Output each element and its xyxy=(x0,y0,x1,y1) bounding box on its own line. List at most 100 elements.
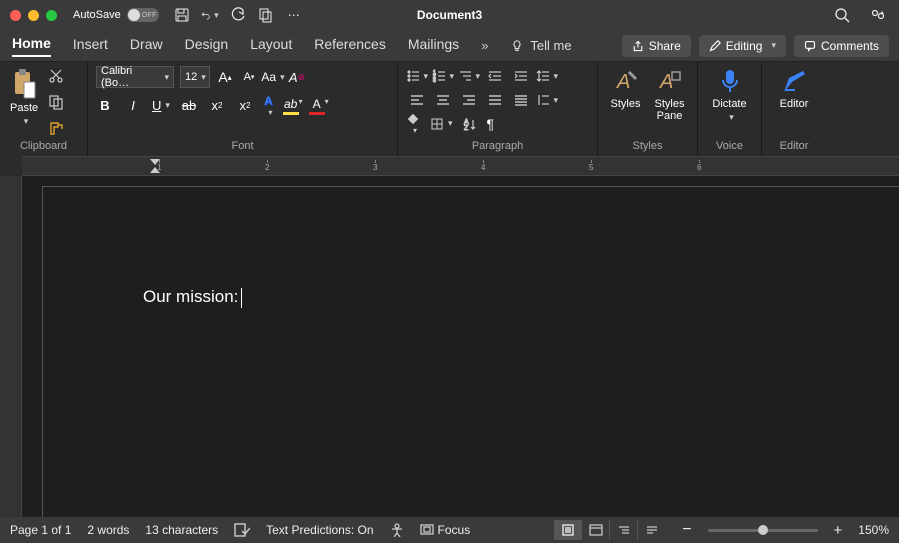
horizontal-ruler[interactable]: 123456 xyxy=(22,156,899,176)
align-right-button[interactable] xyxy=(458,90,480,110)
format-painter-icon[interactable] xyxy=(46,118,66,138)
text-cursor xyxy=(241,288,242,308)
font-group-label: Font xyxy=(96,138,389,154)
page-count[interactable]: Page 1 of 1 xyxy=(10,523,71,537)
pencil-icon xyxy=(709,40,721,52)
shrink-font-button[interactable]: A▾ xyxy=(240,68,258,86)
web-layout-view-button[interactable] xyxy=(582,520,610,540)
document-title: Document3 xyxy=(417,8,482,22)
focus-button[interactable]: Focus xyxy=(420,523,471,537)
show-marks-button[interactable]: ¶ xyxy=(487,116,495,132)
text-effects-button[interactable]: A▾ xyxy=(264,94,273,117)
zoom-out-button[interactable]: − xyxy=(682,521,691,539)
comments-button[interactable]: Comments xyxy=(794,35,889,57)
search-icon[interactable] xyxy=(833,6,851,24)
editor-button[interactable]: Editor xyxy=(778,66,811,112)
accessibility-icon[interactable] xyxy=(390,523,404,537)
text-predictions-status[interactable]: Text Predictions: On xyxy=(266,523,373,537)
tab-draw[interactable]: Draw xyxy=(130,36,163,56)
window-controls xyxy=(10,10,57,21)
tab-layout[interactable]: Layout xyxy=(250,36,292,56)
undo-icon[interactable]: ▾ xyxy=(201,6,219,24)
paragraph-group-label: Paragraph xyxy=(406,138,589,154)
outline-view-button[interactable] xyxy=(610,520,638,540)
svg-text:A: A xyxy=(659,71,673,93)
maximize-window-button[interactable] xyxy=(46,10,57,21)
decrease-indent-button[interactable] xyxy=(484,66,506,86)
styles-pane-button[interactable]: A Styles Pane xyxy=(653,66,687,124)
autosave-switch[interactable]: OFF xyxy=(127,8,159,22)
word-count[interactable]: 2 words xyxy=(87,523,129,537)
tab-design[interactable]: Design xyxy=(185,36,229,56)
save-icon[interactable] xyxy=(173,6,191,24)
font-color-button[interactable]: A▾ xyxy=(309,97,325,115)
ribbon-tabs: Home Insert Draw Design Layout Reference… xyxy=(0,30,899,62)
increase-indent-button[interactable] xyxy=(510,66,532,86)
styles-icon: A xyxy=(614,68,638,96)
sort-button[interactable]: AZ xyxy=(463,117,477,131)
distributed-button[interactable] xyxy=(510,90,532,110)
more-icon[interactable]: ⋯ xyxy=(285,6,303,24)
autosave-toggle[interactable]: AutoSave OFF xyxy=(73,8,159,22)
dictate-button[interactable]: Dictate▾ xyxy=(710,66,748,125)
styles-button[interactable]: A Styles xyxy=(609,66,643,112)
tab-references[interactable]: References xyxy=(314,36,386,56)
zoom-slider[interactable] xyxy=(708,529,818,532)
draft-view-button[interactable] xyxy=(638,520,666,540)
close-window-button[interactable] xyxy=(10,10,21,21)
clear-formatting-button[interactable]: A⊘ xyxy=(288,68,306,86)
line-spacing-2-button[interactable]: ▾ xyxy=(536,90,558,110)
highlight-button[interactable]: ab▾ xyxy=(283,97,299,115)
tell-me-search[interactable]: Tell me xyxy=(510,38,571,53)
change-case-button[interactable]: Aa▾ xyxy=(264,68,282,86)
template-icon[interactable] xyxy=(257,6,275,24)
clipboard-group: Paste ▾ Clipboard xyxy=(0,62,88,156)
print-layout-view-button[interactable] xyxy=(554,520,582,540)
zoom-thumb[interactable] xyxy=(758,525,768,535)
document-page[interactable]: Our mission: xyxy=(42,186,899,517)
svg-text:3: 3 xyxy=(433,78,436,83)
italic-button[interactable]: I xyxy=(124,97,142,115)
font-size-select[interactable]: 12▾ xyxy=(180,66,210,88)
redo-icon[interactable] xyxy=(229,6,247,24)
align-left-button[interactable] xyxy=(406,90,428,110)
lightbulb-icon xyxy=(510,39,524,53)
share-button[interactable]: Share xyxy=(622,35,691,57)
underline-button[interactable]: U▾ xyxy=(152,97,170,115)
line-spacing-button[interactable]: ▾ xyxy=(536,66,558,86)
bullets-button[interactable]: ▾ xyxy=(406,66,428,86)
svg-text:Z: Z xyxy=(464,125,469,131)
share-icon xyxy=(632,40,644,52)
document-scroll-area[interactable]: Our mission: xyxy=(22,176,899,517)
share-panel-icon[interactable] xyxy=(869,6,887,24)
copy-icon[interactable] xyxy=(46,92,66,112)
multilevel-list-button[interactable]: ▾ xyxy=(458,66,480,86)
more-tabs-icon[interactable]: » xyxy=(481,38,488,53)
ruler-row: 123456 xyxy=(0,156,899,176)
grow-font-button[interactable]: A▴ xyxy=(216,68,234,86)
font-name-select[interactable]: Calibri (Bo…▾ xyxy=(96,66,174,88)
document-body[interactable]: Our mission: xyxy=(143,287,242,308)
align-center-button[interactable] xyxy=(432,90,454,110)
superscript-button[interactable]: x2 xyxy=(236,97,254,115)
spellcheck-icon[interactable] xyxy=(234,523,250,537)
editing-button[interactable]: Editing▾ xyxy=(699,35,786,57)
tab-mailings[interactable]: Mailings xyxy=(408,36,459,56)
numbering-button[interactable]: 123▾ xyxy=(432,66,454,86)
shading-button[interactable]: ▾ xyxy=(406,112,420,135)
subscript-button[interactable]: x2 xyxy=(208,97,226,115)
zoom-in-button[interactable]: + xyxy=(834,522,843,539)
borders-button[interactable]: ▾ xyxy=(430,117,453,131)
justify-button[interactable] xyxy=(484,90,506,110)
tab-home[interactable]: Home xyxy=(12,35,51,57)
minimize-window-button[interactable] xyxy=(28,10,39,21)
tab-insert[interactable]: Insert xyxy=(73,36,108,56)
svg-text:A: A xyxy=(616,71,630,93)
character-count[interactable]: 13 characters xyxy=(145,523,218,537)
zoom-level[interactable]: 150% xyxy=(858,523,889,537)
bold-button[interactable]: B xyxy=(96,97,114,115)
strikethrough-button[interactable]: ab xyxy=(180,97,198,115)
paste-button[interactable]: Paste ▾ xyxy=(8,66,40,129)
cut-icon[interactable] xyxy=(46,66,66,86)
vertical-ruler[interactable] xyxy=(0,176,22,517)
